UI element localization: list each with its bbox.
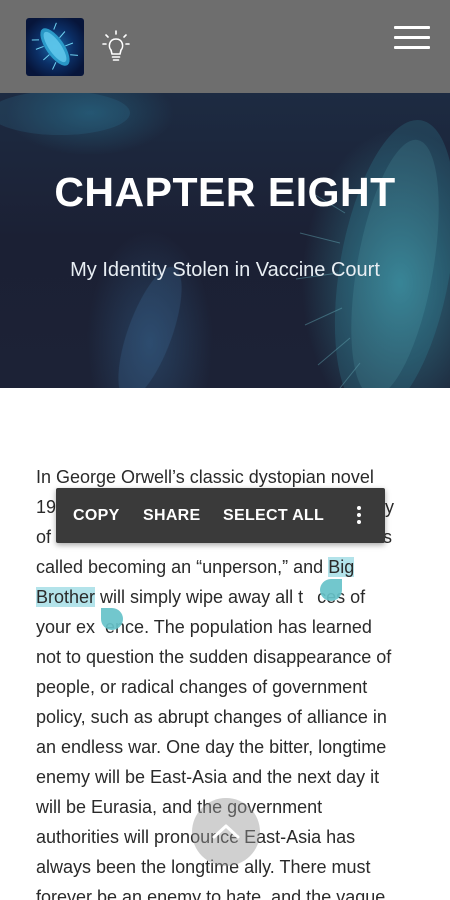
select-all-button[interactable]: SELECT ALL	[223, 488, 324, 543]
chapter-title: CHAPTER EIGHT	[54, 169, 396, 215]
chapter-subtitle: My Identity Stolen in Vaccine Court	[70, 259, 380, 281]
selection-start-handle[interactable]	[101, 608, 123, 630]
text-line: enemy will be East-Asia and the next day…	[36, 767, 380, 787]
text-line: forever be an enemy to hate, and the vag…	[36, 887, 386, 900]
text-line: your ex ence. The population has learned	[36, 617, 372, 637]
text-line: not to question the sudden disappearance…	[36, 647, 392, 667]
text-line: Brother will simply wipe away all t ces o…	[36, 587, 366, 607]
selection-end-handle[interactable]	[320, 579, 342, 601]
copy-button[interactable]: COPY	[73, 488, 120, 543]
chevron-up-icon	[212, 824, 240, 839]
share-button[interactable]: SHARE	[143, 488, 201, 543]
app-root: CHAPTER EIGHT My Identity Stolen in Vacc…	[0, 0, 450, 900]
hamburger-menu-icon[interactable]	[392, 26, 432, 52]
top-bar	[0, 0, 450, 93]
text-line: called becoming an “unperson,” and Big	[36, 557, 355, 577]
bacterium-logo[interactable]	[26, 18, 84, 76]
selected-text: Brother	[36, 587, 96, 607]
selected-text: Big	[328, 557, 355, 577]
text-line: people, or radical changes of government	[36, 677, 368, 697]
chapter-hero: CHAPTER EIGHT My Identity Stolen in Vacc…	[0, 93, 450, 388]
lightbulb-icon[interactable]	[102, 30, 130, 64]
text-line: policy, such as abrupt changes of allian…	[36, 707, 387, 727]
text-selection-toolbar: COPY SHARE SELECT ALL	[56, 488, 385, 543]
scroll-top-button[interactable]	[192, 798, 260, 866]
bacteria-background-image	[0, 93, 450, 388]
more-vert-icon[interactable]	[348, 488, 370, 543]
text-line: an endless war. One day the bitter, long…	[36, 737, 387, 757]
